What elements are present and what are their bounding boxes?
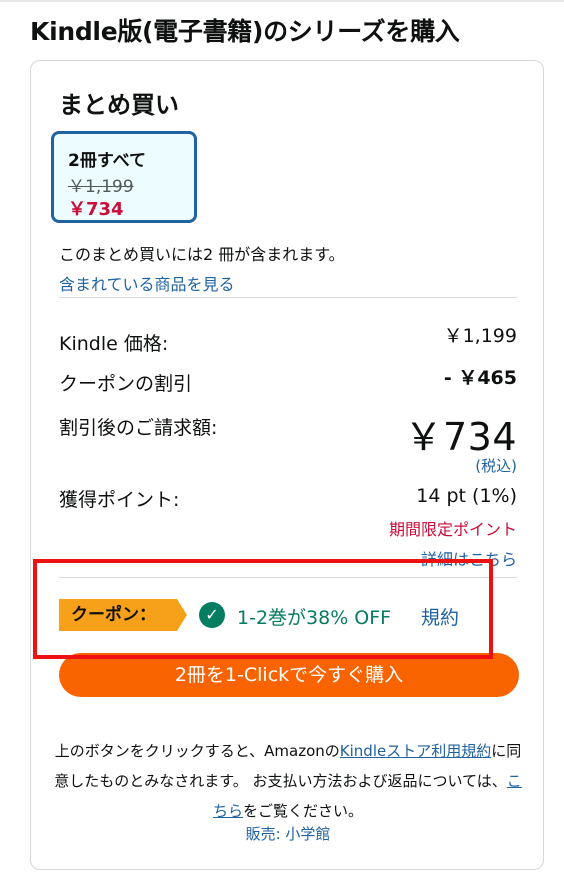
- bundle-list-price: ￥1,199: [68, 177, 134, 197]
- coupon-discount-value: - ￥465: [443, 367, 517, 389]
- bundle-sale-price: ￥734: [68, 199, 124, 220]
- fineprint-part: をご覧ください。: [243, 802, 364, 820]
- coupon-discount-label: クーポンの割引: [59, 373, 193, 395]
- see-included-items-link[interactable]: 含まれている商品を見る: [59, 271, 235, 295]
- purchase-terms-text: 上のボタンをクリックすると、AmazonのKindleストア利用規約に同意したも…: [51, 736, 525, 826]
- points-label: 獲得ポイント:: [59, 489, 180, 511]
- bundle-option-tile[interactable]: 2冊すべて ￥1,199 ￥734: [51, 131, 197, 223]
- seller-info: 販売: 小学館: [245, 825, 331, 843]
- top-divider: [0, 0, 564, 2]
- bundle-option-label: 2冊すべて: [68, 151, 146, 171]
- points-value: 14 pt (1%): [416, 485, 517, 507]
- final-price-label: 割引後のご請求額:: [59, 417, 218, 439]
- divider: [59, 297, 517, 298]
- coupon-highlight-box: [33, 559, 493, 659]
- kindle-price-value: ￥1,199: [443, 325, 517, 347]
- fineprint-part: 上のボタンをクリックすると、Amazonの: [54, 742, 340, 760]
- final-price-value: ￥734: [404, 415, 517, 459]
- limited-points-note: 期間限定ポイント: [388, 520, 517, 539]
- kindle-store-terms-link[interactable]: Kindleストア利用規約: [340, 742, 491, 760]
- page-title: Kindle版(電子書籍)のシリーズを購入: [30, 17, 460, 46]
- tax-included-note: (税込): [475, 457, 517, 475]
- bundle-heading: まとめ買い: [59, 91, 179, 119]
- kindle-price-label: Kindle 価格:: [59, 333, 169, 355]
- one-click-buy-button[interactable]: 2冊を1-Clickで今すぐ購入: [59, 653, 519, 697]
- bundle-card: まとめ買い 2冊すべて ￥1,199 ￥734 このまとめ買いには2 冊が含まれ…: [30, 60, 544, 870]
- bundle-includes-text: このまとめ買いには2 冊が含まれます。: [59, 245, 345, 264]
